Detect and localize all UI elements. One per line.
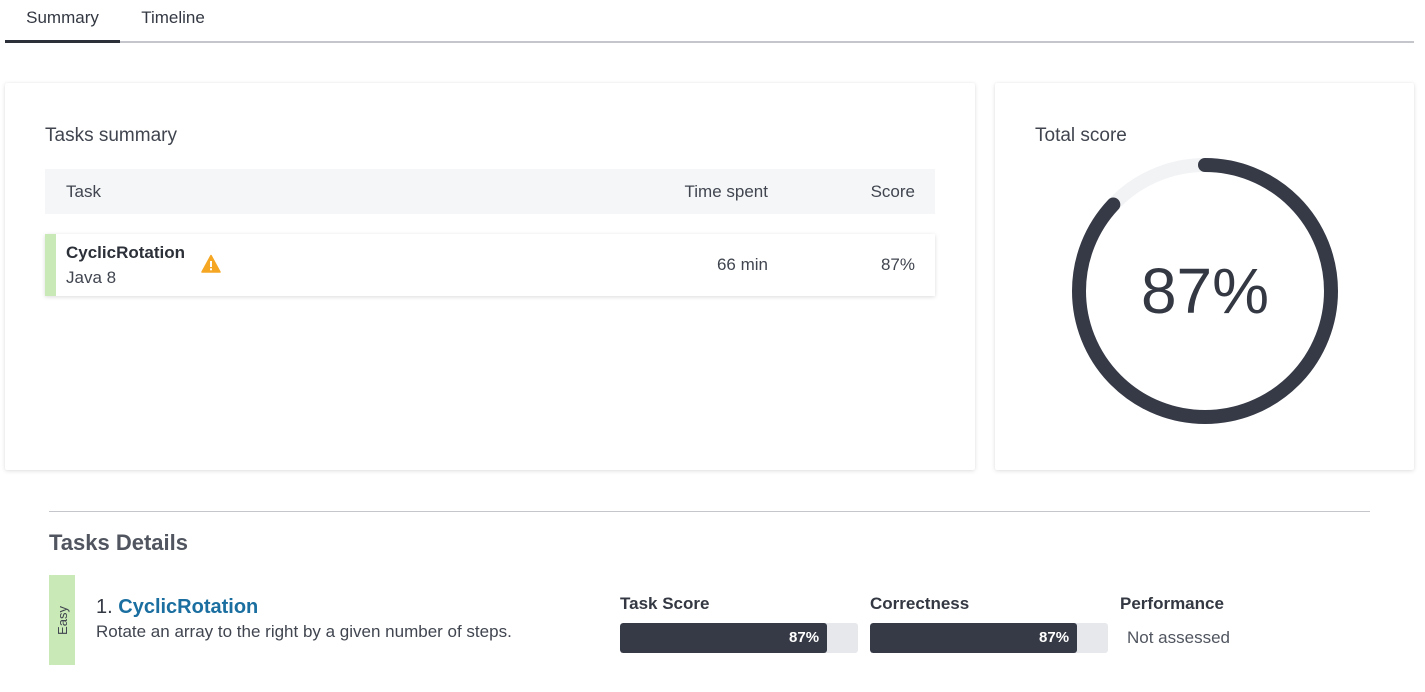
task-detail-heading: 1. CyclicRotation bbox=[96, 596, 258, 619]
total-score-card: Total score 87% bbox=[995, 83, 1414, 470]
tasks-summary-title: Tasks summary bbox=[45, 125, 177, 146]
warning-icon[interactable] bbox=[201, 254, 221, 274]
task-time-spent: 66 min bbox=[716, 255, 768, 274]
tasks-summary-card: Tasks summary Task Time spent Score Cycl… bbox=[5, 83, 975, 470]
tab-summary[interactable]: Summary bbox=[5, 0, 120, 43]
performance-value: Not assessed bbox=[1127, 628, 1230, 647]
correctness-value: 87% bbox=[1039, 629, 1070, 646]
tab-timeline[interactable]: Timeline bbox=[120, 0, 226, 43]
task-score-value: 87% bbox=[789, 629, 820, 646]
difficulty-label: Easy bbox=[54, 605, 70, 635]
correctness-bar: 87% bbox=[870, 623, 1108, 653]
column-header-time: Time spent bbox=[684, 182, 768, 201]
performance-label: Performance bbox=[1120, 594, 1224, 613]
total-score-title: Total score bbox=[1035, 125, 1127, 146]
total-score-value: 87% bbox=[1140, 255, 1270, 327]
tasks-details-title: Tasks Details bbox=[49, 530, 189, 555]
task-language: Java 8 bbox=[66, 268, 117, 287]
section-divider bbox=[49, 511, 1370, 512]
column-header-score: Score bbox=[870, 182, 915, 201]
task-score: 87% bbox=[880, 255, 915, 274]
task-score-label: Task Score bbox=[620, 594, 710, 613]
task-name: CyclicRotation bbox=[66, 243, 186, 262]
tab-bar: Summary Timeline bbox=[5, 0, 1414, 43]
column-header-task: Task bbox=[66, 182, 101, 201]
task-detail-link[interactable]: CyclicRotation bbox=[118, 596, 258, 618]
correctness-label: Correctness bbox=[870, 594, 970, 613]
task-number: 1. bbox=[96, 596, 113, 618]
task-score-bar: 87% bbox=[620, 623, 858, 653]
tasks-table-header: Task Time spent Score bbox=[45, 169, 935, 214]
difficulty-badge: Easy bbox=[49, 575, 75, 665]
task-description: Rotate an array to the right by a given … bbox=[96, 622, 512, 641]
table-row[interactable]: CyclicRotation Java 8 66 min 87% bbox=[45, 234, 935, 296]
